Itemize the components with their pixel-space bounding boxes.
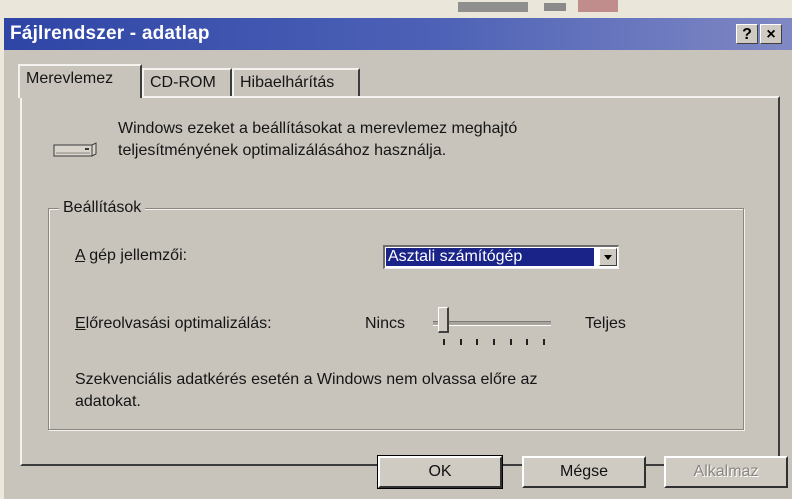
slider-tick [543,339,545,345]
machine-type-accesskey: A [75,247,85,264]
close-icon: × [766,26,776,43]
readahead-accesskey: E [75,315,86,332]
tab-cd-rom[interactable]: CD-ROM [142,68,232,96]
dropdown-arrow-icon[interactable] [599,248,617,266]
machine-type-select[interactable]: Asztali számítógép [383,245,619,269]
readahead-slider[interactable] [433,307,557,347]
apply-button[interactable]: Alkalmaz [664,456,788,488]
intro-line: Windows ezeket a beállításokat a merevle… [118,120,518,137]
tab-merevlemez[interactable]: Merevlemez [18,64,142,98]
window-title: Fájlrendszer - adatlap [10,23,210,44]
tab-label: Hibaelhárítás [240,74,335,91]
slider-tick [509,339,512,345]
tab-label: CD-ROM [150,74,216,91]
ok-button[interactable]: OK [377,455,503,489]
help-button[interactable]: ? [736,24,758,44]
background-window-fragment [458,0,618,14]
slider-track [433,321,551,326]
hard-drive-icon [53,142,97,157]
slider-min-label: Nincs [365,315,406,332]
intro-text: Windows ezeket a beállításokat a merevle… [118,118,658,162]
machine-type-label: A gép jellemzői: [75,245,187,267]
slider-tick [526,339,529,345]
slider-tick [493,339,495,345]
tab-panel: Windows ezeket a beállításokat a merevle… [20,96,780,466]
machine-type-label-text: gép jellemzői: [84,247,188,264]
readahead-label: Előreolvasási optimalizálás: [75,313,272,335]
tab-hibaelharitas[interactable]: Hibaelhárítás [232,68,360,96]
slider-thumb[interactable] [438,307,449,333]
settings-legend: Beállítások [59,197,146,219]
slider-tick [476,339,479,345]
description-line: Szekvenciális adatkérés esetén a Windows… [75,371,538,388]
title-bar[interactable]: Fájlrendszer - adatlap ? × [4,18,792,50]
desktop-background [0,0,792,20]
intro-line: teljesítményének optimalizálásához haszn… [118,142,447,159]
help-icon: ? [742,26,752,43]
slider-tick [443,339,445,345]
slider-tick [459,339,462,345]
slider-max-label: Teljes [585,315,626,332]
tab-label: Merevlemez [26,70,114,87]
readahead-description: Szekvenciális adatkérés esetén a Windows… [75,369,537,413]
properties-dialog: Fájlrendszer - adatlap ? × Merevlemez CD… [4,18,792,499]
readahead-label-text: lőreolvasási optimalizálás: [85,315,272,332]
machine-type-selected: Asztali számítógép [386,248,594,266]
close-button[interactable]: × [760,24,782,44]
cancel-button[interactable]: Mégse [522,456,646,488]
description-line: adatokat. [75,393,141,410]
settings-group: Beállítások A gép jellemzői: Asztali szá… [48,197,744,430]
